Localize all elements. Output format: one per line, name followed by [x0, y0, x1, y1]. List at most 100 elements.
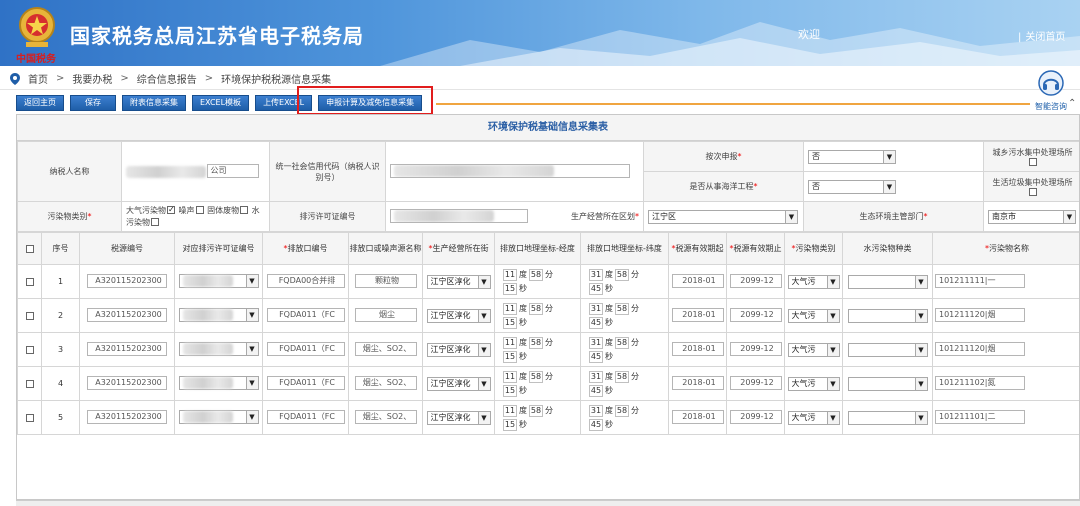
pollutant-field[interactable]: 101211120|烟 — [935, 341, 1025, 356]
noise-checkbox[interactable] — [195, 206, 204, 214]
source-name-field[interactable]: 烟尘 — [354, 307, 417, 322]
street-select[interactable]: 江宁区淳化 ▼ — [426, 410, 491, 425]
pollutant-field[interactable]: 101211120|烟 — [935, 307, 1025, 322]
start-date-field[interactable]: 2018-01 — [671, 409, 724, 424]
category-select[interactable]: 大气污 ▼ — [787, 376, 840, 391]
sec-field[interactable]: 15 — [503, 384, 517, 397]
row-checkbox[interactable] — [25, 311, 34, 320]
attachment-info-button[interactable]: 附表信息采集 — [122, 95, 186, 111]
deg-field[interactable]: 11 — [503, 268, 517, 281]
min-field[interactable]: 58 — [529, 336, 543, 349]
sec-field[interactable]: 15 — [503, 418, 517, 431]
table-row[interactable]: 3 A320115202300 ▼ FQDA011（FC 烟尘、SO2、 江宁区… — [17, 332, 1079, 367]
taxpayer-name-field[interactable]: 公司 — [206, 163, 259, 178]
breadcrumb-home[interactable]: 首页 — [28, 71, 48, 86]
row-checkbox[interactable] — [25, 345, 34, 354]
street-select[interactable]: 江宁区淳化 ▼ — [426, 342, 491, 357]
tax-id-field[interactable]: A320115202300 — [87, 375, 167, 390]
min-field[interactable]: 58 — [529, 302, 543, 315]
water-type-select[interactable]: ▼ — [847, 308, 928, 323]
declare-by-count-select[interactable]: 否 ▼ — [808, 149, 896, 164]
min-field[interactable]: 58 — [615, 302, 629, 315]
horizontal-scrollbar[interactable] — [16, 500, 1080, 506]
water-type-select[interactable]: ▼ — [847, 376, 928, 391]
street-select[interactable]: 江宁区淳化 ▼ — [426, 376, 491, 391]
source-name-field[interactable]: 烟尘、SO2、 — [354, 409, 417, 424]
tax-id-field[interactable]: A320115202300 — [87, 307, 167, 322]
deg-field[interactable]: 11 — [503, 336, 517, 349]
env-dept-select[interactable]: 南京市 ▼ — [988, 209, 1076, 224]
urban-sewage-checkbox[interactable] — [1028, 158, 1037, 166]
start-date-field[interactable]: 2018-01 — [671, 341, 724, 356]
row-checkbox[interactable] — [25, 379, 34, 388]
street-select[interactable]: 江宁区淳化 ▼ — [426, 308, 491, 323]
close-home-link[interactable]: 关闭首页 — [1018, 28, 1065, 43]
end-date-field[interactable]: 2099-12 — [729, 273, 782, 288]
permit-select[interactable]: ▼ — [178, 410, 259, 424]
save-button[interactable]: 保存 — [70, 95, 116, 111]
permit-select[interactable]: ▼ — [178, 274, 259, 288]
deg-field[interactable]: 11 — [503, 404, 517, 417]
min-field[interactable]: 58 — [529, 268, 543, 281]
water-type-select[interactable]: ▼ — [847, 342, 928, 357]
category-select[interactable]: 大气污 ▼ — [787, 274, 840, 289]
table-row[interactable]: 4 A320115202300 ▼ FQDA011（FC 烟尘、SO2、 江宁区… — [17, 366, 1079, 401]
district-select[interactable]: 江宁区 ▼ — [648, 209, 798, 224]
urban-garbage-checkbox[interactable] — [1028, 188, 1037, 196]
min-field[interactable]: 58 — [615, 370, 629, 383]
select-all-checkbox[interactable] — [25, 244, 34, 253]
solid-waste-checkbox[interactable] — [240, 206, 249, 214]
outlet-field[interactable]: FQDA00合并排 — [266, 273, 345, 288]
deg-field[interactable]: 31 — [589, 302, 603, 315]
smart-consult-button[interactable]: 智能咨询 — [1030, 70, 1072, 114]
category-select[interactable]: 大气污 ▼ — [787, 410, 840, 425]
sec-field[interactable]: 15 — [503, 350, 517, 363]
row-checkbox[interactable] — [25, 413, 34, 422]
min-field[interactable]: 58 — [615, 404, 629, 417]
start-date-field[interactable]: 2018-01 — [671, 307, 724, 322]
permit-select[interactable]: ▼ — [178, 342, 259, 356]
permit-no-field[interactable] — [390, 208, 528, 223]
end-date-field[interactable]: 2099-12 — [729, 341, 782, 356]
outlet-field[interactable]: FQDA011（FC — [266, 341, 345, 356]
end-date-field[interactable]: 2099-12 — [729, 307, 782, 322]
row-checkbox[interactable] — [25, 277, 34, 286]
water-pollutant-checkbox[interactable] — [151, 218, 159, 226]
sec-field[interactable]: 45 — [589, 350, 603, 363]
min-field[interactable]: 58 — [615, 336, 629, 349]
deg-field[interactable]: 11 — [503, 370, 517, 383]
street-select[interactable]: 江宁区淳化 ▼ — [426, 274, 491, 289]
tax-id-field[interactable]: A320115202300 — [87, 273, 167, 288]
table-row[interactable]: 5 A320115202300 ▼ FQDA011（FC 烟尘、SO2、 江宁区… — [17, 400, 1079, 435]
marine-project-select[interactable]: 否 ▼ — [808, 179, 896, 194]
permit-select[interactable]: ▼ — [178, 308, 259, 322]
sec-field[interactable]: 45 — [589, 316, 603, 329]
tax-id-field[interactable]: A320115202300 — [87, 409, 167, 424]
deg-field[interactable]: 31 — [589, 336, 603, 349]
start-date-field[interactable]: 2018-01 — [671, 375, 724, 390]
pollutant-field[interactable]: 101211111|一 — [935, 273, 1025, 288]
category-select[interactable]: 大气污 ▼ — [787, 308, 840, 323]
category-select[interactable]: 大气污 ▼ — [787, 342, 840, 357]
deg-field[interactable]: 31 — [589, 404, 603, 417]
sec-field[interactable]: 15 — [503, 316, 517, 329]
breadcrumb-tax-handling[interactable]: 我要办税 — [72, 71, 112, 86]
source-name-field[interactable]: 烟尘、SO2、 — [354, 341, 417, 356]
back-home-button[interactable]: 返回主页 — [16, 95, 64, 111]
excel-template-button[interactable]: EXCEL模板 — [192, 95, 250, 111]
air-pollutant-checkbox[interactable] — [167, 204, 175, 216]
water-type-select[interactable]: ▼ — [847, 410, 928, 425]
credit-code-field[interactable] — [390, 163, 630, 178]
start-date-field[interactable]: 2018-01 — [671, 273, 724, 288]
source-name-field[interactable]: 烟尘、SO2、 — [354, 375, 417, 390]
table-row[interactable]: 2 A320115202300 ▼ FQDA011（FC 烟尘 江宁区淳化 ▼ 1… — [17, 298, 1079, 333]
min-field[interactable]: 58 — [615, 268, 629, 281]
sec-field[interactable]: 45 — [589, 282, 603, 295]
pollutant-field[interactable]: 101211101|二 — [935, 409, 1025, 424]
pollutant-field[interactable]: 101211102|氮 — [935, 375, 1025, 390]
outlet-field[interactable]: FQDA011（FC — [266, 375, 345, 390]
source-name-field[interactable]: 颗粒物 — [354, 273, 417, 288]
table-row[interactable]: 1 A320115202300 ▼ FQDA00合并排 颗粒物 江宁区淳化 ▼ 1… — [17, 264, 1079, 299]
min-field[interactable]: 58 — [529, 370, 543, 383]
deg-field[interactable]: 11 — [503, 302, 517, 315]
